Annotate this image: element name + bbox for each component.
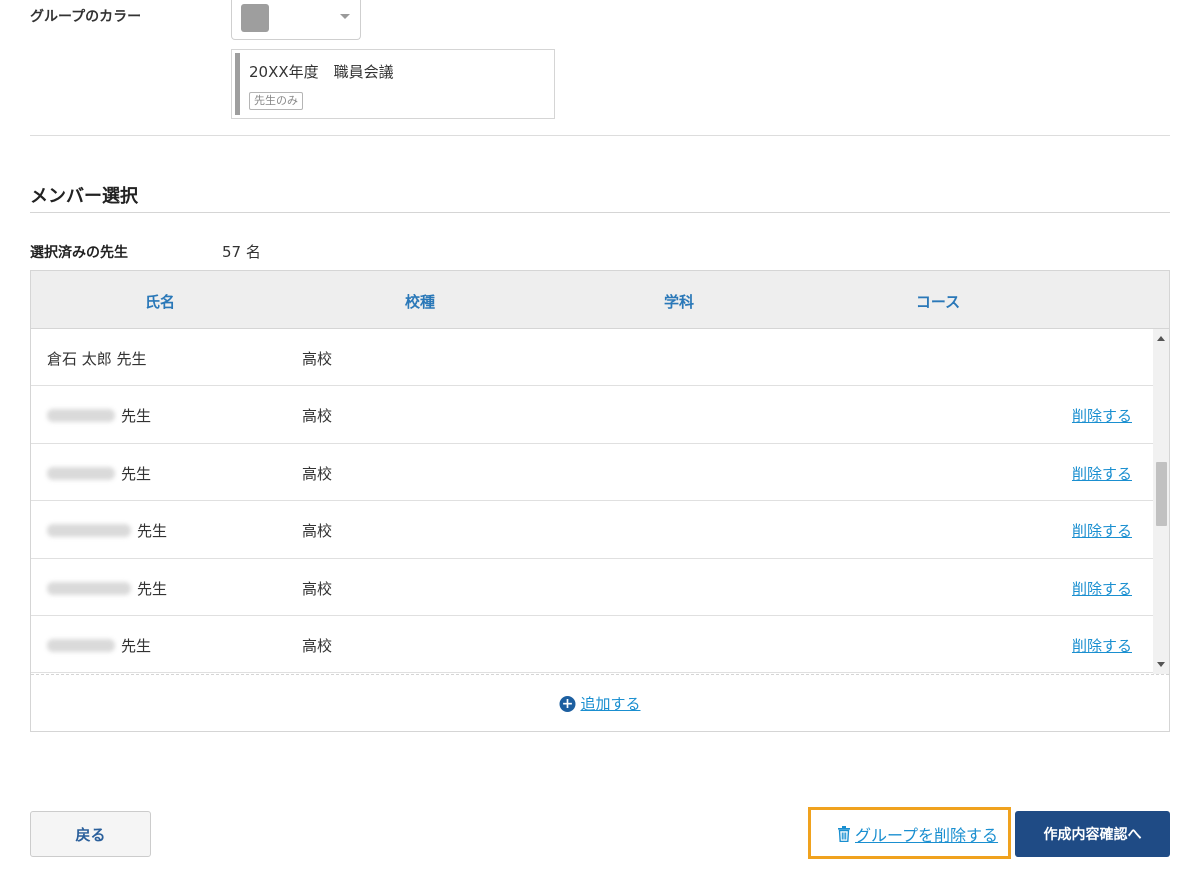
member-name: 先生 — [47, 405, 151, 426]
divider — [30, 212, 1170, 213]
scrollbar-thumb[interactable] — [1156, 462, 1167, 526]
table-row: 先生 高校 削除する — [31, 559, 1169, 616]
table-scrollbar[interactable] — [1153, 329, 1169, 674]
redacted-name — [47, 638, 115, 652]
group-color-label: グループのカラー — [30, 9, 142, 25]
confirm-button[interactable]: 作成内容確認へ — [1015, 811, 1170, 857]
delete-member-link[interactable]: 削除する — [1072, 520, 1132, 541]
member-school: 高校 — [302, 464, 333, 483]
table-row: 先生 高校 削除する — [31, 444, 1169, 502]
member-school: 高校 — [302, 522, 333, 541]
table-row: 先生 高校 削除する — [31, 501, 1169, 559]
delete-group-label: グループを削除する — [855, 826, 999, 845]
member-name: 先生 — [47, 520, 167, 541]
member-name: 倉石 太郎 先生 — [47, 350, 147, 368]
delete-member-link[interactable]: 削除する — [1072, 405, 1132, 426]
member-name: 先生 — [47, 578, 167, 599]
group-color-select[interactable] — [231, 0, 361, 40]
color-swatch — [241, 4, 269, 32]
add-member-row: + 追加する — [31, 674, 1169, 731]
scroll-up-icon[interactable] — [1157, 336, 1165, 341]
section-title: メンバー選択 — [30, 186, 138, 207]
preview-title: 20XX年度 職員会議 — [249, 63, 394, 81]
delete-member-link[interactable]: 削除する — [1072, 635, 1132, 656]
member-school: 高校 — [302, 407, 333, 426]
table-row: 先生 高校 削除する — [31, 386, 1169, 444]
member-school: 高校 — [302, 350, 333, 368]
table-body: 倉石 太郎 先生 高校 先生 高校 削除する 先生 高校 削除する 先生 高校 … — [31, 329, 1169, 674]
column-header-department[interactable]: 学科 — [664, 291, 694, 312]
chevron-down-icon — [340, 14, 350, 19]
delete-member-link[interactable]: 削除する — [1072, 463, 1132, 484]
redacted-name — [47, 466, 115, 480]
back-button[interactable]: 戻る — [30, 811, 151, 857]
member-school: 高校 — [302, 636, 333, 655]
member-table: 氏名 校種 学科 コース 倉石 太郎 先生 高校 先生 高校 削除する 先生 高… — [30, 270, 1170, 732]
selected-teachers-count: 57 名 — [222, 243, 261, 261]
redacted-name — [47, 581, 131, 595]
plus-circle-icon: + — [559, 695, 576, 712]
column-header-school[interactable]: 校種 — [405, 291, 435, 312]
preview-tag: 先生のみ — [249, 92, 303, 110]
scroll-down-icon[interactable] — [1157, 662, 1165, 667]
column-header-name[interactable]: 氏名 — [145, 291, 175, 312]
member-name: 先生 — [47, 635, 151, 656]
selected-teachers-label: 選択済みの先生 — [30, 245, 128, 261]
delete-group-link[interactable]: グループを削除する — [837, 822, 998, 846]
trash-icon — [838, 826, 850, 842]
delete-member-link[interactable]: 削除する — [1072, 578, 1132, 599]
add-member-label: 追加する — [580, 695, 641, 713]
member-school: 高校 — [302, 579, 333, 598]
group-preview-card: 20XX年度 職員会議 先生のみ — [231, 49, 555, 119]
add-member-link[interactable]: + 追加する — [559, 693, 641, 714]
table-row: 先生 高校 削除する — [31, 616, 1169, 674]
table-header: 氏名 校種 学科 コース — [31, 271, 1169, 329]
preview-color-bar — [235, 53, 240, 115]
redacted-name — [47, 524, 131, 538]
table-row: 倉石 太郎 先生 高校 — [31, 329, 1169, 387]
column-header-course[interactable]: コース — [916, 291, 960, 312]
member-name: 先生 — [47, 463, 151, 484]
redacted-name — [47, 409, 115, 423]
divider — [30, 135, 1170, 136]
